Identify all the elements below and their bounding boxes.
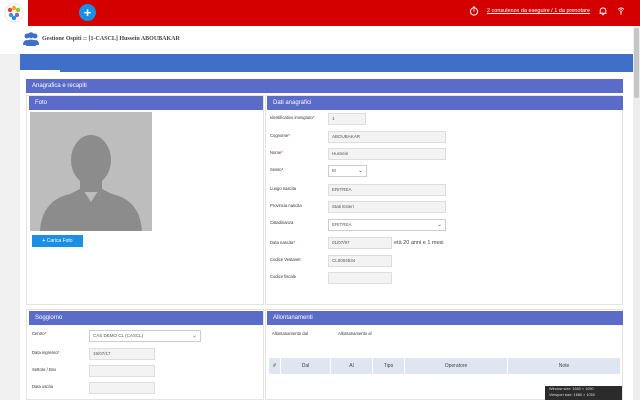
luogo-nascita-field[interactable]: ERITREA <box>328 184 446 196</box>
field-label-data-nascita: Data nascita* <box>270 240 295 245</box>
page-header: Gestione Ospiti :: [1-CASCL] Hussein ABO… <box>0 26 633 54</box>
page-title: Gestione Ospiti :: [1-CASCL] Hussein ABO… <box>42 36 180 42</box>
logo-icon <box>4 3 24 23</box>
field-label-cognome: Cognome* <box>270 133 290 138</box>
identificativo-field[interactable]: 1 <box>328 113 366 125</box>
field-label-codice-vestanet: Codice Vestanet <box>270 257 301 262</box>
top-bar: + 2 consulenze da eseguire / 1 da prenot… <box>0 0 640 26</box>
dati-panel <box>265 95 623 305</box>
upload-photo-button[interactable]: + Carica Foto <box>32 235 83 247</box>
consultations-link[interactable]: 2 consulenze da eseguire / 1 da prenotar… <box>487 8 590 14</box>
column-header[interactable]: Operatore <box>405 358 508 374</box>
field-label-nome: Nome* <box>270 150 283 155</box>
cognome-field[interactable]: ABOUBAKAR <box>328 131 446 143</box>
active-tab-indicator <box>20 70 60 73</box>
column-header[interactable]: Tipo <box>373 358 405 374</box>
column-header[interactable]: Note <box>508 358 620 374</box>
field-label-data-ingresso: Data ingresso* <box>32 350 60 355</box>
allontanamenti-table-header: # Dal Al Tipo Operatore Note <box>269 358 620 374</box>
column-header[interactable]: Dal <box>281 358 331 374</box>
soggiorno-title: Soggiorno <box>29 311 263 325</box>
scrollbar-thumb[interactable] <box>634 28 639 98</box>
field-label-data-uscita: Data uscita <box>32 384 53 389</box>
bell-icon[interactable] <box>598 6 608 16</box>
guests-icon <box>23 32 39 46</box>
profile-photo <box>30 112 152 231</box>
field-label-settore-box: Settore / Box <box>32 367 57 372</box>
settore-box-field[interactable] <box>89 365 155 377</box>
field-label-sesso: Sesso* <box>270 167 284 172</box>
allontanamento-al-label: Allontanamento al <box>338 331 372 336</box>
centro-select[interactable]: CAS DEMO CL (CASCL) ⌄ <box>89 330 201 342</box>
app-logo[interactable] <box>0 0 28 26</box>
timer-icon[interactable] <box>469 6 479 16</box>
column-header[interactable]: Al <box>331 358 373 374</box>
avatar-placeholder-icon <box>30 112 152 231</box>
allontanamenti-title: Allontanamenti <box>267 311 623 325</box>
codice-vestanet-field[interactable]: CL0004534 <box>328 255 392 267</box>
viewport-info-overlay: Window size: 1680 × 1050 Viewport size: … <box>545 386 622 400</box>
field-label-cittadinanza: Cittadinanza <box>270 220 294 225</box>
dati-title: Dati anagrafici <box>267 96 623 110</box>
age-text: età 20 anni e 1 mesi <box>394 240 444 246</box>
field-label-luogo-nascita: Luogo nascita <box>270 186 297 191</box>
chevron-down-icon: ⌄ <box>357 168 363 174</box>
field-label-centro: Centro* <box>32 331 47 336</box>
data-uscita-field[interactable] <box>89 382 155 394</box>
sesso-select[interactable]: M ⌄ <box>328 165 367 177</box>
codice-fiscale-field[interactable] <box>328 272 392 284</box>
section-anagrafica: Anagrafica e recapiti <box>26 79 623 93</box>
chevron-down-icon: ⌄ <box>191 333 197 339</box>
chevron-down-icon: ⌄ <box>436 222 442 228</box>
field-label-provincia-nascita: Provincia nascita <box>270 203 302 208</box>
viewport-size-text: Viewport size: 1680 × 1050 <box>549 392 595 397</box>
data-nascita-field[interactable]: 01/07/97 <box>328 237 392 249</box>
broadcast-icon[interactable] <box>616 6 626 16</box>
column-header[interactable]: # <box>269 358 281 374</box>
data-ingresso-field[interactable]: 19/07/17 <box>89 348 155 360</box>
add-button[interactable]: + <box>79 4 96 21</box>
foto-title: Foto <box>29 96 263 110</box>
field-label-codice-fiscale: Codice fiscale <box>270 274 297 279</box>
allontanamento-dal-label: Allontanamento dal <box>272 331 308 336</box>
provincia-nascita-field[interactable]: Stati Esteri <box>328 201 446 213</box>
field-label-identificativo: Identificativo immigrato* <box>270 115 315 120</box>
title-bar <box>20 54 633 72</box>
nome-field[interactable]: Hussein <box>328 148 446 160</box>
cittadinanza-select[interactable]: ERITREA ⌄ <box>328 219 446 231</box>
